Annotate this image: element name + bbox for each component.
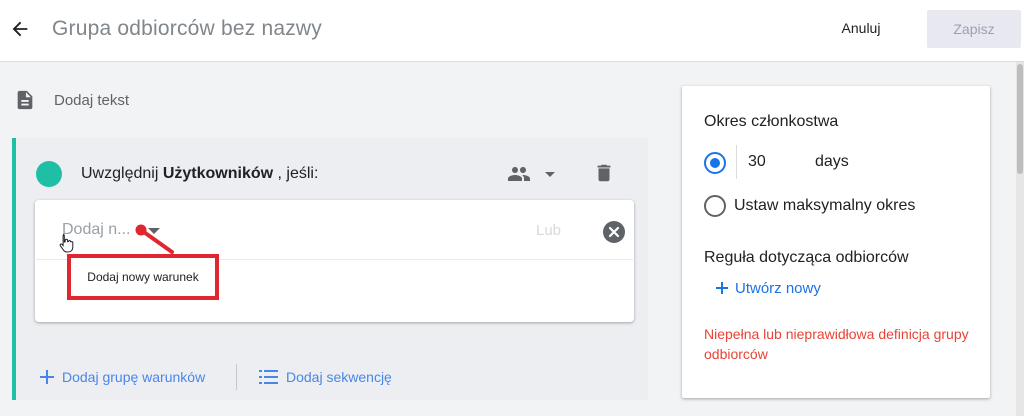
add-sequence-button[interactable]: Dodaj sekwencję (258, 367, 392, 387)
days-radio[interactable] (704, 152, 726, 174)
include-prefix: Uwzględnij (81, 165, 159, 182)
plus-icon (716, 282, 728, 294)
plus-icon (40, 370, 54, 384)
or-label[interactable]: Lub (536, 222, 561, 239)
close-icon (608, 226, 620, 238)
delete-group-button[interactable] (592, 160, 616, 186)
back-button[interactable] (6, 15, 34, 43)
include-entity[interactable]: Użytkowników (163, 165, 273, 182)
remove-condition-button[interactable] (603, 221, 625, 243)
membership-heading: Okres członkostwa (704, 113, 839, 130)
scope-selector-button[interactable] (506, 162, 562, 186)
add-group-label: Dodaj grupę warunków (62, 369, 206, 385)
add-sequence-label: Dodaj sekwencję (286, 369, 392, 385)
list-icon (259, 370, 278, 384)
action-separator (236, 364, 237, 390)
add-condition-group-button[interactable]: Dodaj grupę warunków (38, 367, 205, 387)
save-button[interactable]: Zapisz (927, 10, 1021, 48)
create-new-label: Utwórz nowy (735, 279, 821, 297)
page-title[interactable]: Grupa odbiorców bez nazwy (52, 17, 322, 41)
max-period-label[interactable]: Ustaw maksymalny okres (734, 197, 915, 215)
tooltip-text: Dodaj nowy warunek (87, 270, 199, 284)
scrollbar-thumb[interactable] (1017, 64, 1023, 174)
group-icon (508, 167, 530, 181)
condition-group-header: Uwzględnij Użytkowników , jeśli: (36, 161, 318, 187)
create-new-button[interactable]: Utwórz nowy (714, 279, 821, 297)
days-input[interactable]: 30 (736, 145, 802, 179)
error-message: Niepełna lub nieprawidłowa definicja gru… (704, 326, 969, 362)
max-period-radio[interactable] (704, 195, 726, 217)
dropdown-icon[interactable] (146, 225, 162, 237)
audience-rule-heading: Reguła dotycząca odbiorców (704, 249, 909, 266)
trash-icon (597, 164, 611, 182)
add-text-button[interactable]: Dodaj tekst (14, 88, 129, 112)
days-unit-label: days (815, 153, 849, 170)
dropdown-icon (545, 172, 555, 177)
document-icon (17, 90, 33, 110)
back-arrow-icon (12, 21, 28, 37)
group-indicator-dot (36, 161, 62, 187)
hand-cursor-icon (59, 234, 74, 253)
cancel-button[interactable]: Anuluj (826, 20, 896, 40)
include-suffix: , jeśli: (277, 165, 319, 182)
include-sentence: Uwzględnij Użytkowników , jeśli: (81, 165, 318, 183)
annotation-tooltip: Dodaj nowy warunek (67, 254, 219, 300)
add-text-label: Dodaj tekst (54, 91, 130, 109)
